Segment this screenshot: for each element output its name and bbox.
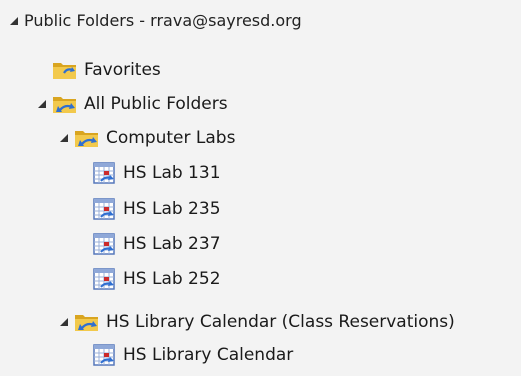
- calendar-icon: [91, 197, 117, 221]
- tree-item-label: HS Library Calendar: [123, 345, 294, 365]
- expanded-triangle-icon[interactable]: [58, 132, 70, 144]
- tree-item-computer-labs[interactable]: Computer Labs: [58, 123, 235, 153]
- tree-item-label: Computer Labs: [106, 128, 236, 148]
- public-folder-icon: [74, 310, 100, 334]
- calendar-icon: [91, 232, 117, 256]
- tree-item-calendar[interactable]: HS Lab 237: [91, 229, 221, 259]
- tree-item-calendar[interactable]: HS Lab 252: [91, 264, 221, 294]
- expanded-triangle-icon[interactable]: [36, 98, 48, 110]
- tree-root-public-folders[interactable]: Public Folders - rrava@sayresd.org: [8, 6, 302, 36]
- calendar-icon: [91, 267, 117, 291]
- tree-item-label: Favorites: [84, 60, 161, 80]
- tree-item-calendar[interactable]: HS Lab 235: [91, 194, 221, 224]
- tree-item-label: HS Lab 252: [123, 269, 221, 289]
- tree-item-label: HS Library Calendar (Class Reservations): [106, 312, 455, 332]
- tree-item-label: All Public Folders: [84, 94, 228, 114]
- calendar-icon: [91, 161, 117, 185]
- folder-icon: [52, 58, 78, 82]
- tree-item-label: HS Lab 235: [123, 199, 221, 219]
- tree-item-calendar[interactable]: HS Lab 131: [91, 158, 221, 188]
- expanded-triangle-icon[interactable]: [58, 316, 70, 328]
- calendar-icon: [91, 343, 117, 367]
- tree-item-label: HS Lab 131: [123, 163, 221, 183]
- tree-item-all-public-folders[interactable]: All Public Folders: [36, 89, 228, 119]
- tree-item-favorites[interactable]: Favorites: [52, 55, 161, 85]
- tree-root-label: Public Folders - rrava@sayresd.org: [24, 11, 302, 30]
- tree-item-label: HS Lab 237: [123, 234, 221, 254]
- tree-item-calendar[interactable]: HS Library Calendar: [91, 340, 293, 370]
- expanded-triangle-icon[interactable]: [8, 15, 20, 27]
- tree-item-library-calendar-folder[interactable]: HS Library Calendar (Class Reservations): [58, 307, 455, 337]
- public-folders-tree: Public Folders - rrava@sayresd.org Favor…: [0, 0, 521, 376]
- public-folder-icon: [74, 126, 100, 150]
- public-folder-icon: [52, 92, 78, 116]
